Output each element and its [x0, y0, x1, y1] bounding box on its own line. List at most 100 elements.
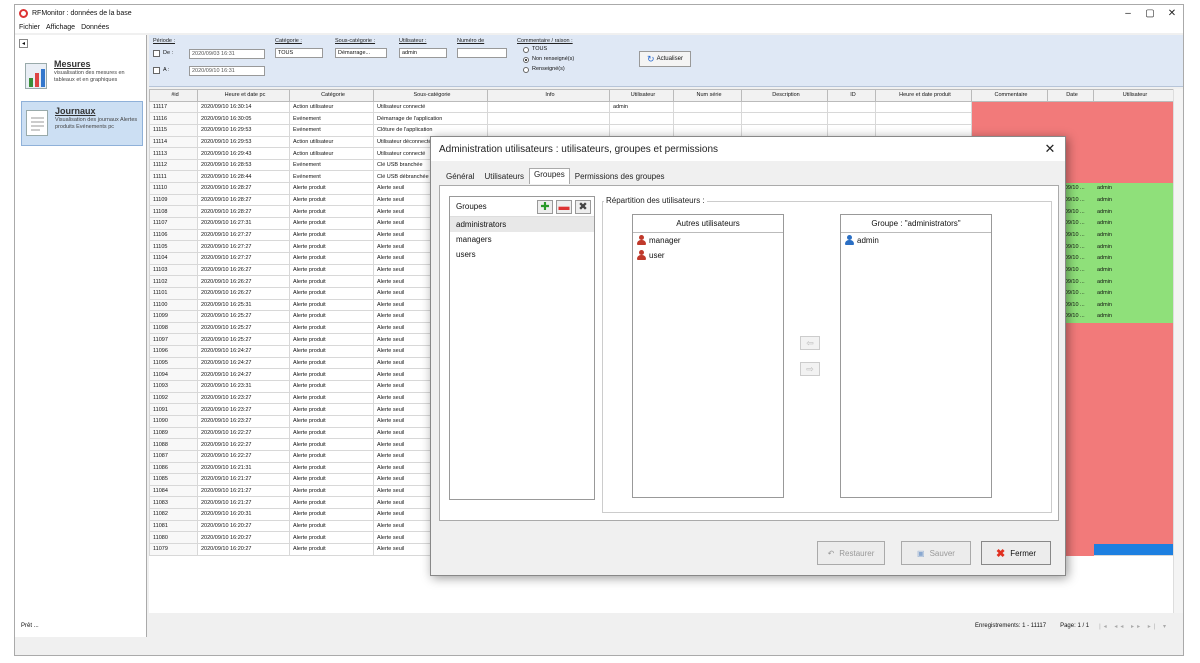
a-checkbox[interactable] — [153, 67, 160, 74]
close-button[interactable]: ✖ Fermer — [981, 541, 1051, 565]
maximize-button[interactable]: ▢ — [1139, 8, 1161, 19]
numero-select[interactable] — [457, 48, 507, 58]
radio-tous[interactable] — [523, 47, 529, 53]
status-text: Prêt ... — [21, 623, 39, 629]
tab-groupes[interactable]: Groupes — [529, 168, 570, 184]
table-cell: Alerte produit — [289, 496, 374, 510]
table-cell — [487, 100, 610, 114]
user-item-user[interactable]: user — [633, 248, 783, 263]
column-header[interactable]: Sous-catégorie — [373, 89, 488, 102]
table-cell — [1093, 542, 1173, 556]
close-window-button[interactable]: ✕ — [1161, 8, 1183, 19]
table-cell: 11110 — [149, 182, 198, 195]
table-cell: 11115 — [149, 123, 198, 137]
remove-group-icon[interactable]: ▬ — [556, 199, 572, 214]
a-label: A : — [163, 67, 170, 73]
tab-permissions[interactable]: Permissions des groupes — [570, 170, 670, 184]
menu-donnees[interactable]: Données — [81, 24, 109, 31]
column-header[interactable]: Commentaire — [971, 89, 1048, 102]
move-right-arrow-icon[interactable]: ⇨ — [800, 362, 820, 376]
move-left-arrow-icon[interactable]: ⇦ — [800, 336, 820, 350]
table-cell: Alerte produit — [289, 275, 374, 288]
tab-utilisateurs[interactable]: Utilisateurs — [479, 170, 529, 184]
delete-group-icon[interactable]: ✖ — [575, 199, 591, 214]
close-x-icon: ✖ — [996, 547, 1006, 560]
column-header[interactable]: Num série — [673, 89, 742, 102]
table-cell: 11099 — [149, 310, 198, 323]
table-cell: Alerte produit — [289, 333, 374, 347]
sidebar-item-mesures[interactable]: Mesures visualisation des mesures en tab… — [21, 55, 143, 100]
title-bar: RFMonitor : données de la base – ▢ ✕ — [15, 5, 1183, 21]
table-row[interactable]: 11117 2020/09/10 16:30:14 Action utilisate… — [149, 100, 1173, 114]
table-cell — [1093, 147, 1173, 160]
table-cell: admin — [1093, 182, 1173, 195]
periode-label: Période : — [153, 38, 176, 44]
column-header[interactable]: Date — [1047, 89, 1094, 102]
sidebar-item-journaux[interactable]: Journaux Visualisation des journaux Aler… — [21, 101, 143, 146]
numero-label: Numéro de — [457, 38, 485, 44]
souscat-select[interactable]: Démarrage... — [335, 48, 387, 58]
table-cell: 2020/09/10 16:25:27 — [197, 333, 290, 347]
table-cell: 11085 — [149, 473, 198, 486]
table-cell: Alerte produit — [289, 193, 374, 207]
a-date-input[interactable]: 2020/09/10 16:31 — [189, 66, 265, 76]
user-item-admin[interactable]: admin — [841, 233, 991, 248]
collapse-sidebar-button[interactable]: ◂ — [19, 39, 28, 48]
table-row[interactable]: 11115 2020/09/10 16:29:53 Evénement Clôture… — [149, 123, 1173, 137]
column-header[interactable]: #id — [149, 89, 198, 102]
radio-renseigne[interactable] — [523, 67, 529, 73]
group-item-managers[interactable]: managers — [450, 232, 594, 247]
user-item-manager[interactable]: manager — [633, 233, 783, 248]
column-header[interactable]: Utilisateur — [609, 89, 674, 102]
table-cell: 11091 — [149, 403, 198, 416]
status-bar: Prêt ... Enregistrements: 1 - 11117 Page… — [15, 617, 1183, 635]
radio-non-renseigne[interactable] — [523, 57, 529, 63]
column-header[interactable]: ID — [827, 89, 876, 102]
pager-buttons[interactable]: |◂ ◂◂ ▸▸ ▸| ▾ — [1099, 623, 1169, 630]
table-cell: 11102 — [149, 275, 198, 288]
table-cell: Alerte produit — [289, 426, 374, 440]
dialog-title-bar: Administration utilisateurs : utilisateu… — [431, 137, 1065, 161]
table-cell: admin — [1093, 275, 1173, 288]
minimize-button[interactable]: – — [1117, 8, 1139, 19]
utilisateur-select[interactable]: admin — [399, 48, 447, 58]
column-header[interactable]: Heure et date pc — [197, 89, 290, 102]
tab-general[interactable]: Général — [441, 170, 479, 184]
restore-button[interactable]: ↶ Restaurer — [817, 541, 885, 565]
categorie-select[interactable]: TOUS — [275, 48, 323, 58]
menu-fichier[interactable]: Fichier — [19, 24, 40, 31]
table-row[interactable]: 11116 2020/09/10 16:30:05 Evénement Démarra… — [149, 112, 1173, 125]
de-date-input[interactable]: 2020/09/03 16:31 — [189, 49, 265, 59]
table-cell: 2020/09/10 16:21:31 — [197, 461, 290, 475]
column-header[interactable]: Info — [487, 89, 610, 102]
other-users-header: Autres utilisateurs — [633, 215, 783, 233]
refresh-button[interactable]: ↻ Actualiser — [639, 51, 691, 67]
table-cell — [1047, 123, 1094, 137]
table-cell: Evénement — [289, 123, 374, 137]
radio-non-label: Non renseigné(s) — [532, 56, 575, 62]
de-checkbox[interactable] — [153, 50, 160, 57]
table-cell: 11089 — [149, 426, 198, 440]
table-cell: Alerte produit — [289, 531, 374, 544]
table-cell: 2020/09/10 16:27:27 — [197, 240, 290, 253]
add-group-icon[interactable]: ✚ — [537, 199, 553, 214]
table-cell: admin — [1093, 205, 1173, 219]
table-cell: Clôture de l'application — [373, 123, 488, 137]
column-header[interactable]: Description — [741, 89, 828, 102]
table-cell — [1093, 345, 1173, 358]
table-cell: Utilisateur connecté — [373, 100, 488, 114]
table-cell: 2020/09/10 16:23:31 — [197, 380, 290, 393]
table-cell: admin — [1093, 240, 1173, 253]
table-cell: admin — [1093, 298, 1173, 312]
table-cell: 2020/09/10 16:26:27 — [197, 263, 290, 277]
column-header[interactable]: Catégorie — [289, 89, 374, 102]
table-cell — [1093, 508, 1173, 521]
save-button[interactable]: ▣ Sauver — [901, 541, 971, 565]
menu-affichage[interactable]: Affichage — [46, 24, 75, 31]
vertical-scrollbar[interactable] — [1173, 89, 1183, 613]
group-item-users[interactable]: users — [450, 247, 594, 262]
dialog-close-button[interactable]: ✕ — [1035, 141, 1065, 157]
column-header[interactable]: Heure et date produit — [875, 89, 972, 102]
group-item-administrators[interactable]: administrators — [450, 217, 594, 232]
column-header[interactable]: Utilisateur — [1093, 89, 1173, 102]
